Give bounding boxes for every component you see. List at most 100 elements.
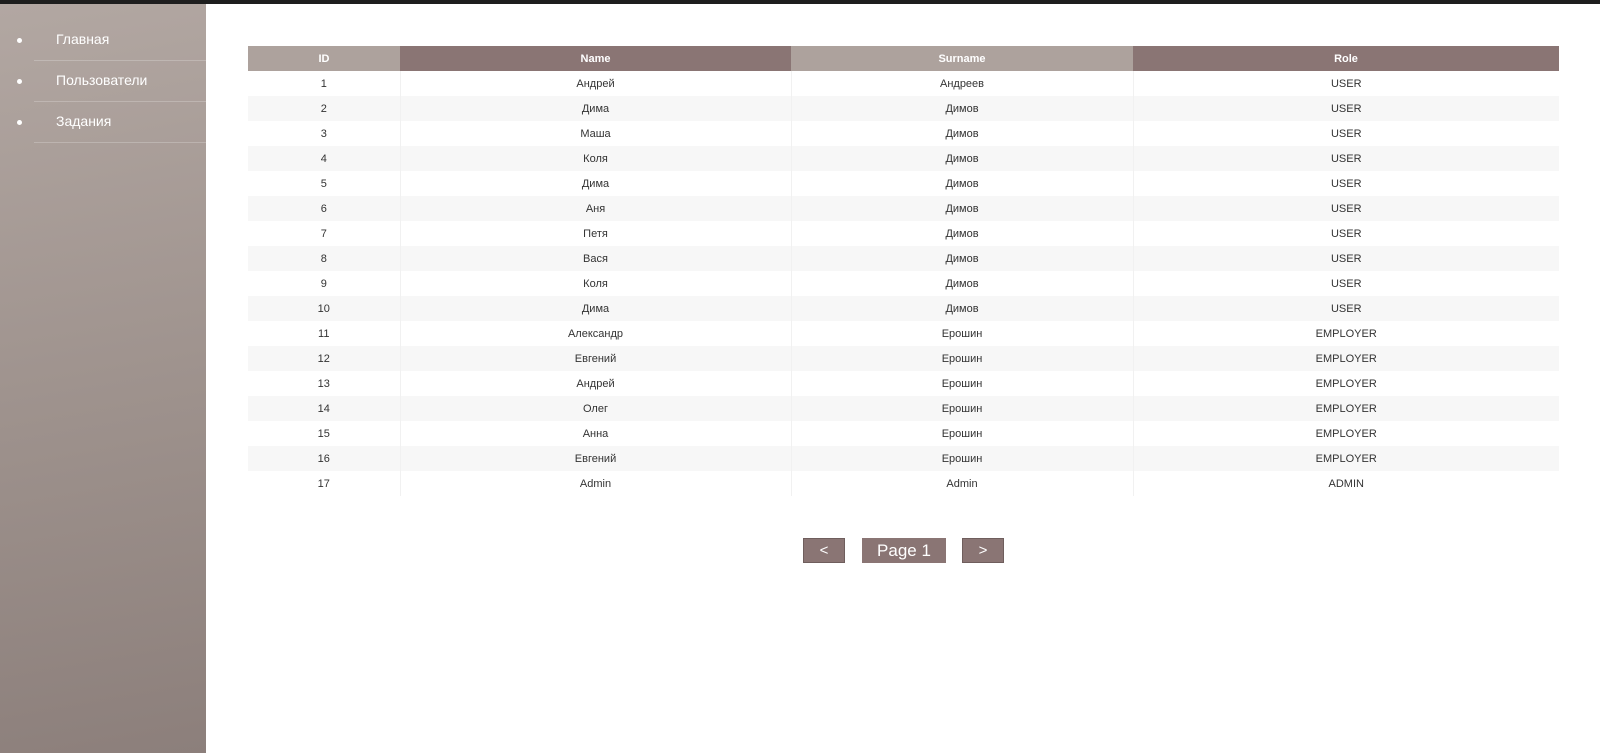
cell-name: Admin [400, 471, 792, 496]
table-row[interactable]: 4 Коля Димов USER [248, 146, 1559, 171]
cell-surname: Андреев [791, 71, 1134, 96]
cell-surname: Димов [791, 146, 1134, 171]
table-row[interactable]: 3 Маша Димов USER [248, 121, 1559, 146]
cell-id: 8 [248, 246, 401, 271]
cell-id: 12 [248, 346, 401, 371]
cell-id: 6 [248, 196, 401, 221]
table-row[interactable]: 5 Дима Димов USER [248, 171, 1559, 196]
cell-surname: Димов [791, 296, 1134, 321]
cell-id: 3 [248, 121, 401, 146]
cell-role: USER [1133, 96, 1559, 121]
cell-role: USER [1133, 196, 1559, 221]
cell-id: 5 [248, 171, 401, 196]
cell-surname: Димов [791, 221, 1134, 246]
table-row[interactable]: 7 Петя Димов USER [248, 221, 1559, 246]
cell-role: USER [1133, 121, 1559, 146]
table-row[interactable]: 15 Анна Ерошин EMPLOYER [248, 421, 1559, 446]
table-row[interactable]: 11 Александр Ерошин EMPLOYER [248, 321, 1559, 346]
cell-surname: Димов [791, 196, 1134, 221]
column-header-surname[interactable]: Surname [791, 46, 1133, 71]
users-table: ID Name Surname Role 1 Андрей Андреев USER 2… [248, 46, 1559, 496]
cell-role: USER [1133, 146, 1559, 171]
sidebar-item-label: Задания [56, 113, 112, 129]
cell-name: Александр [400, 321, 792, 346]
cell-role: EMPLOYER [1133, 421, 1559, 446]
table-row[interactable]: 9 Коля Димов USER [248, 271, 1559, 296]
table-row[interactable]: 8 Вася Димов USER [248, 246, 1559, 271]
cell-surname: Димов [791, 271, 1134, 296]
cell-surname: Ерошин [791, 371, 1134, 396]
table-row[interactable]: 13 Андрей Ерошин EMPLOYER [248, 371, 1559, 396]
table-row[interactable]: 6 Аня Димов USER [248, 196, 1559, 221]
cell-name: Анна [400, 421, 792, 446]
cell-id: 2 [248, 96, 401, 121]
table-row[interactable]: 12 Евгений Ерошин EMPLOYER [248, 346, 1559, 371]
column-header-id[interactable]: ID [248, 46, 400, 71]
cell-role: USER [1133, 296, 1559, 321]
sidebar-item-home[interactable]: Главная [0, 20, 206, 61]
cell-id: 1 [248, 71, 401, 96]
column-header-name[interactable]: Name [400, 46, 791, 71]
cell-name: Коля [400, 146, 792, 171]
table-row[interactable]: 14 Олег Ерошин EMPLOYER [248, 396, 1559, 421]
cell-name: Дима [400, 296, 792, 321]
cell-surname: Ерошин [791, 396, 1134, 421]
cell-surname: Димов [791, 246, 1134, 271]
main-content: ID Name Surname Role 1 Андрей Андреев USER 2… [206, 4, 1600, 753]
cell-id: 10 [248, 296, 401, 321]
cell-role: EMPLOYER [1133, 396, 1559, 421]
cell-surname: Ерошин [791, 421, 1134, 446]
cell-surname: Admin [791, 471, 1134, 496]
cell-id: 11 [248, 321, 401, 346]
cell-name: Вася [400, 246, 792, 271]
column-header-role[interactable]: Role [1133, 46, 1559, 71]
cell-name: Дима [400, 171, 792, 196]
table-row[interactable]: 17 Admin Admin ADMIN [248, 471, 1559, 496]
table-row[interactable]: 2 Дима Димов USER [248, 96, 1559, 121]
bullet-icon [17, 38, 22, 43]
cell-surname: Ерошин [791, 321, 1134, 346]
cell-surname: Ерошин [791, 346, 1134, 371]
sidebar-item-users[interactable]: Пользователи [0, 61, 206, 102]
cell-role: EMPLOYER [1133, 446, 1559, 471]
table-header-row: ID Name Surname Role [248, 46, 1559, 71]
cell-name: Андрей [400, 71, 792, 96]
divider [34, 142, 206, 143]
cell-name: Евгений [400, 346, 792, 371]
cell-name: Коля [400, 271, 792, 296]
sidebar-item-label: Пользователи [56, 72, 148, 88]
cell-surname: Ерошин [791, 446, 1134, 471]
cell-role: EMPLOYER [1133, 321, 1559, 346]
cell-id: 9 [248, 271, 401, 296]
prev-page-button[interactable]: < [803, 538, 845, 563]
sidebar-item-tasks[interactable]: Задания [0, 102, 206, 143]
cell-id: 15 [248, 421, 401, 446]
cell-id: 13 [248, 371, 401, 396]
cell-role: EMPLOYER [1133, 371, 1559, 396]
cell-role: USER [1133, 171, 1559, 196]
bullet-icon [17, 79, 22, 84]
cell-name: Олег [400, 396, 792, 421]
table-row[interactable]: 16 Евгений Ерошин EMPLOYER [248, 446, 1559, 471]
cell-name: Аня [400, 196, 792, 221]
cell-surname: Димов [791, 96, 1134, 121]
next-page-button[interactable]: > [962, 538, 1004, 563]
cell-role: ADMIN [1133, 471, 1559, 496]
cell-surname: Димов [791, 171, 1134, 196]
cell-id: 16 [248, 446, 401, 471]
cell-id: 14 [248, 396, 401, 421]
cell-role: EMPLOYER [1133, 346, 1559, 371]
cell-name: Андрей [400, 371, 792, 396]
table-row[interactable]: 10 Дима Димов USER [248, 296, 1559, 321]
cell-name: Дима [400, 96, 792, 121]
cell-role: USER [1133, 271, 1559, 296]
cell-name: Евгений [400, 446, 792, 471]
cell-id: 7 [248, 221, 401, 246]
cell-name: Петя [400, 221, 792, 246]
cell-role: USER [1133, 221, 1559, 246]
sidebar-item-label: Главная [56, 31, 110, 47]
table-row[interactable]: 1 Андрей Андреев USER [248, 71, 1559, 96]
cell-surname: Димов [791, 121, 1134, 146]
cell-id: 4 [248, 146, 401, 171]
cell-id: 17 [248, 471, 401, 496]
